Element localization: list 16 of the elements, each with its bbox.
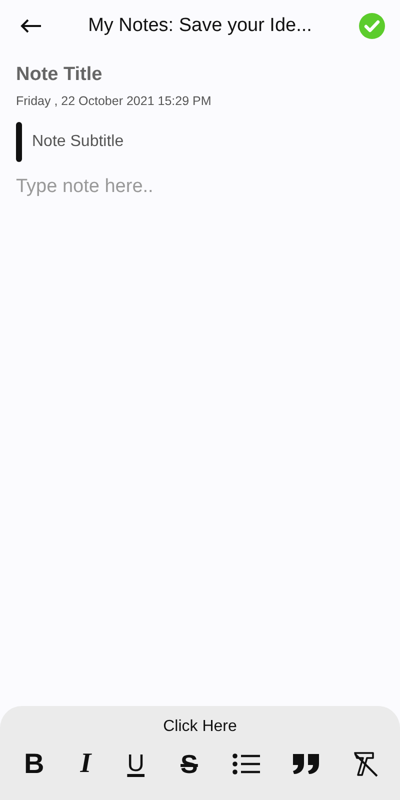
back-icon[interactable] (20, 19, 42, 33)
bullet-list-icon[interactable] (232, 753, 260, 775)
panel-label[interactable]: Click Here (163, 718, 237, 736)
note-date: Friday , 22 October 2021 15:29 PM (16, 94, 212, 108)
window-title: My Notes: Save your Ide... (87, 15, 313, 37)
checkmark-icon[interactable] (358, 12, 386, 40)
italic-button[interactable]: I (78, 750, 94, 778)
strike-button[interactable]: S (178, 751, 200, 777)
bold-button[interactable]: B (22, 750, 46, 778)
clear-format-icon[interactable] (352, 751, 378, 777)
note-title-field[interactable]: Note Title (16, 62, 384, 88)
underline-button[interactable]: U (125, 752, 147, 776)
note-body-field[interactable]: Type note here.. (16, 176, 384, 236)
subtitle-indicator (16, 122, 22, 162)
quote-icon[interactable] (292, 753, 320, 775)
note-subtitle-field[interactable]: Note Subtitle (32, 133, 384, 151)
